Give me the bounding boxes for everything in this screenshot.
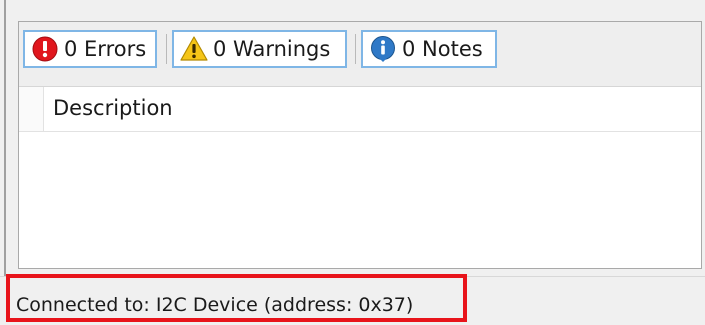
error-list-panel: 0 Errors 0 Warnings 0 Notes Description [18,21,702,269]
error-icon [31,35,59,63]
error-list-toolbar: 0 Errors 0 Warnings 0 Notes [19,22,701,87]
top-strip [6,0,705,20]
row-header-gutter [19,87,44,131]
errors-filter-label: 0 Errors [64,37,147,61]
errors-filter-button[interactable]: 0 Errors [23,30,157,68]
error-list-rows [19,132,701,268]
warnings-filter-button[interactable]: 0 Warnings [172,30,347,68]
window-left-border [4,0,6,276]
notes-filter-label: 0 Notes [402,37,483,61]
toolbar-separator [166,34,167,64]
description-column-header[interactable]: Description [53,96,173,120]
notes-filter-button[interactable]: 0 Notes [361,30,497,68]
warnings-filter-label: 0 Warnings [213,37,331,61]
app-window: 0 Errors 0 Warnings 0 Notes Description … [0,0,705,325]
warning-icon [180,35,208,63]
status-bar: Connected to: I2C Device (address: 0x37) [0,276,705,325]
info-icon [369,35,397,63]
connection-status-text: Connected to: I2C Device (address: 0x37) [16,294,414,316]
table-header-row: Description [19,87,701,132]
toolbar-separator [355,34,356,64]
